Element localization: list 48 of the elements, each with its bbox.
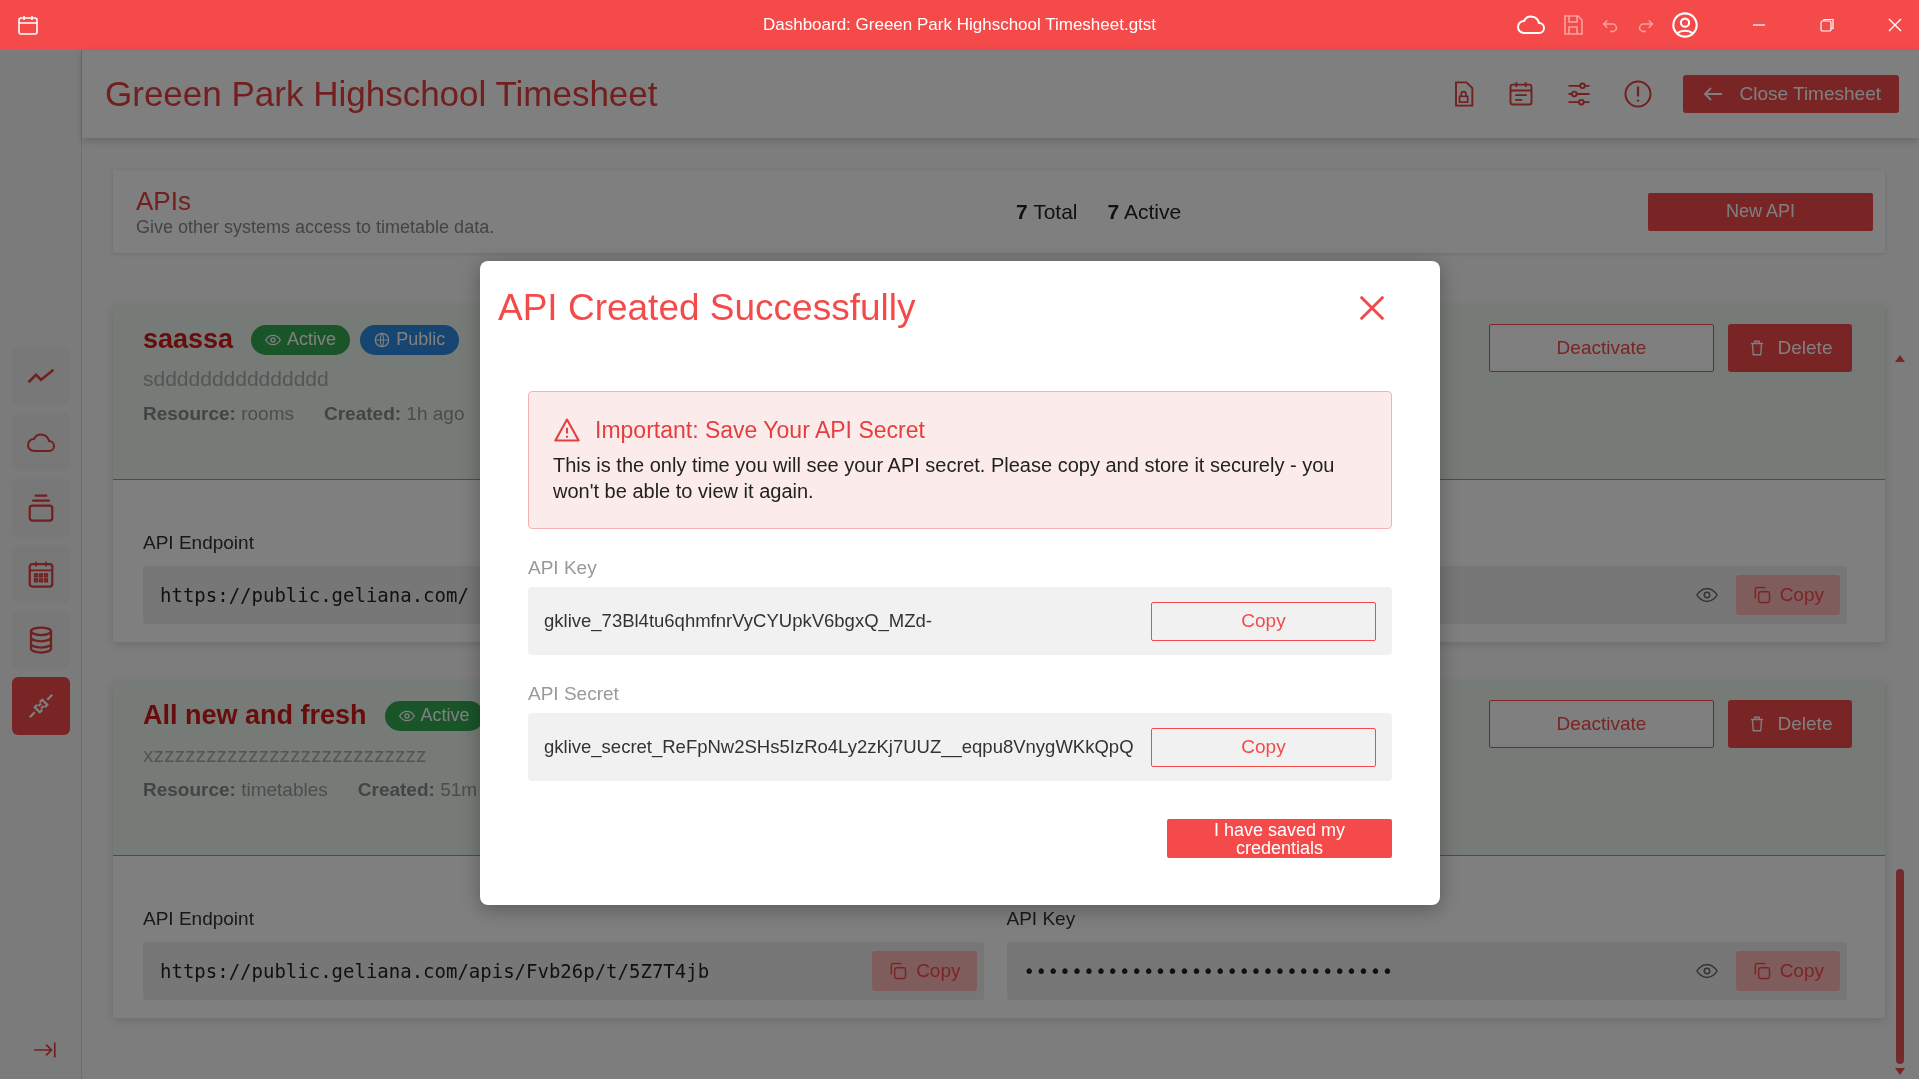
copy-button[interactable]: Copy bbox=[1151, 727, 1376, 767]
copy-icon bbox=[888, 961, 909, 981]
cloud-icon[interactable] bbox=[1515, 13, 1547, 37]
credential-value: gklive_73Bl4tu6qhmfnrVyCYUpkV6bgxQ_MZd- bbox=[544, 610, 932, 632]
sidebar-item[interactable] bbox=[11, 677, 70, 735]
deactivate-button[interactable]: Deactivate bbox=[1489, 324, 1714, 372]
copy-button[interactable]: Copy bbox=[872, 951, 977, 991]
copy-button[interactable]: Copy bbox=[1151, 601, 1376, 641]
calendar-icon[interactable] bbox=[16, 13, 40, 37]
alert-circle-icon[interactable] bbox=[1623, 79, 1654, 109]
field-label: API Endpoint bbox=[143, 908, 255, 931]
masked-key: ••••••••••••••••••••••••••••••• bbox=[1023, 960, 1678, 982]
credential-value: gklive_secret_ReFpNw2SHs5IzRo4Ly2zKj7UUZ__eqpu8VnygWKkQpQ bbox=[544, 736, 1134, 758]
total-count: 7 Total bbox=[1016, 199, 1078, 224]
page-title: Greeen Park Highschool Timesheet bbox=[105, 74, 658, 114]
endpoint-url: https://public.geliana.com/ bbox=[160, 584, 470, 606]
save-icon[interactable] bbox=[1561, 13, 1585, 37]
delete-button[interactable]: Delete bbox=[1728, 700, 1852, 748]
close-timesheet-button[interactable]: Close Timesheet bbox=[1683, 75, 1899, 113]
scrollbar[interactable] bbox=[1895, 355, 1905, 1075]
api-name: All new and fresh bbox=[143, 700, 367, 731]
field-label: API Key bbox=[528, 557, 598, 579]
field-label: API Secret bbox=[528, 683, 620, 705]
close-icon[interactable] bbox=[1357, 293, 1387, 323]
copy-button[interactable]: Copy bbox=[1735, 951, 1840, 991]
endpoint-url: https://public.geliana.com/apis/Fvb26p/t/5Z7T4jb bbox=[160, 960, 711, 982]
close-icon[interactable] bbox=[1887, 17, 1903, 33]
warning-title: Important: Save Your API Secret bbox=[595, 416, 925, 444]
active-count: 7 Active bbox=[1107, 199, 1182, 224]
modal-title: API Created Successfully bbox=[498, 287, 916, 329]
status-badge: Active bbox=[251, 324, 351, 355]
copy-button[interactable]: Copy bbox=[1735, 575, 1840, 615]
restore-icon[interactable] bbox=[1819, 17, 1835, 33]
confirm-button[interactable]: I have saved my credentials bbox=[1167, 819, 1392, 858]
field-label: API Key bbox=[1006, 908, 1077, 931]
field-label: API Endpoint bbox=[143, 532, 255, 555]
section-title: APIs bbox=[136, 185, 192, 217]
delete-button[interactable]: Delete bbox=[1728, 324, 1852, 372]
deactivate-button[interactable]: Deactivate bbox=[1489, 700, 1714, 748]
new-api-button[interactable]: New API bbox=[1648, 192, 1873, 231]
warning-icon bbox=[553, 416, 581, 444]
status-badge: Public bbox=[360, 324, 460, 355]
globe-icon bbox=[374, 331, 391, 348]
user-icon[interactable] bbox=[1671, 11, 1699, 39]
warning-text: This is the only time you will see your API secret. Please copy and store it securely - you won't be able to view it again. bbox=[553, 453, 1336, 504]
window-title: Dashboard: Greeen Park Highschool Timesheet.gtst bbox=[762, 15, 1157, 35]
api-name: saassa bbox=[143, 324, 234, 355]
section-subtitle: Give other systems access to timetable data. bbox=[136, 216, 496, 238]
